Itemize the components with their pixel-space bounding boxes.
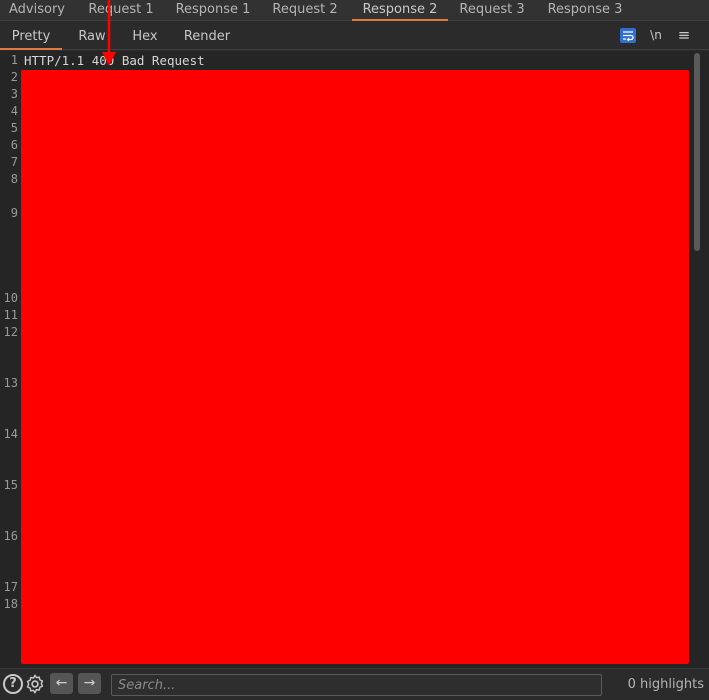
line-number: 8 [10,172,18,186]
next-match-button[interactable]: → [78,673,101,694]
tab-pretty[interactable]: Pretty [0,22,62,50]
response-editor[interactable]: 1 2 3 4 5 6 7 8 9 10 11 12 13 14 15 16 1… [0,51,709,668]
line-number: 5 [10,121,18,135]
tab-response-3[interactable]: Response 3 [536,0,634,21]
line-number: 12 [3,325,18,339]
line-number: 11 [3,308,18,322]
line-number: 3 [10,87,18,101]
tab-advisory[interactable]: Advisory [0,0,74,21]
line-number-gutter: 1 2 3 4 5 6 7 8 9 10 11 12 13 14 15 16 1… [0,51,21,668]
highlights-count: 0 highlights [627,677,704,692]
line-number: 18 [3,597,18,611]
line-number: 16 [3,529,18,543]
annotation-arrow-icon [102,0,116,66]
redacted-content-block [21,70,689,664]
show-newlines-button[interactable]: \n [648,28,664,43]
line-number: 1 [10,53,18,67]
line-number: 4 [10,104,18,118]
line-number: 7 [10,155,18,169]
search-input[interactable] [111,674,602,696]
search-bar: ? ← → 0 highlights [0,668,709,700]
line-number: 9 [10,206,18,220]
line-number: 17 [3,580,18,594]
previous-match-button[interactable]: ← [50,673,73,694]
gear-icon[interactable] [24,673,46,695]
tab-request-3[interactable]: Request 3 [448,0,536,21]
tab-response-1[interactable]: Response 1 [168,0,258,21]
help-icon[interactable]: ? [3,674,23,694]
line-number: 2 [10,70,18,84]
tab-hex[interactable]: Hex [120,22,170,50]
tab-request-2[interactable]: Request 2 [258,0,352,21]
line-number: 13 [3,376,18,390]
line-number: 15 [3,478,18,492]
tab-response-2[interactable]: Response 2 [352,0,448,21]
word-wrap-icon[interactable] [620,28,636,43]
line-number: 6 [10,138,18,152]
line-number: 10 [3,291,18,305]
tab-request-1[interactable]: Request 1 [74,0,168,21]
menu-icon[interactable]: ≡ [676,28,692,43]
vertical-scrollbar[interactable] [694,53,700,251]
line-number: 14 [3,427,18,441]
tab-render[interactable]: Render [176,22,238,50]
